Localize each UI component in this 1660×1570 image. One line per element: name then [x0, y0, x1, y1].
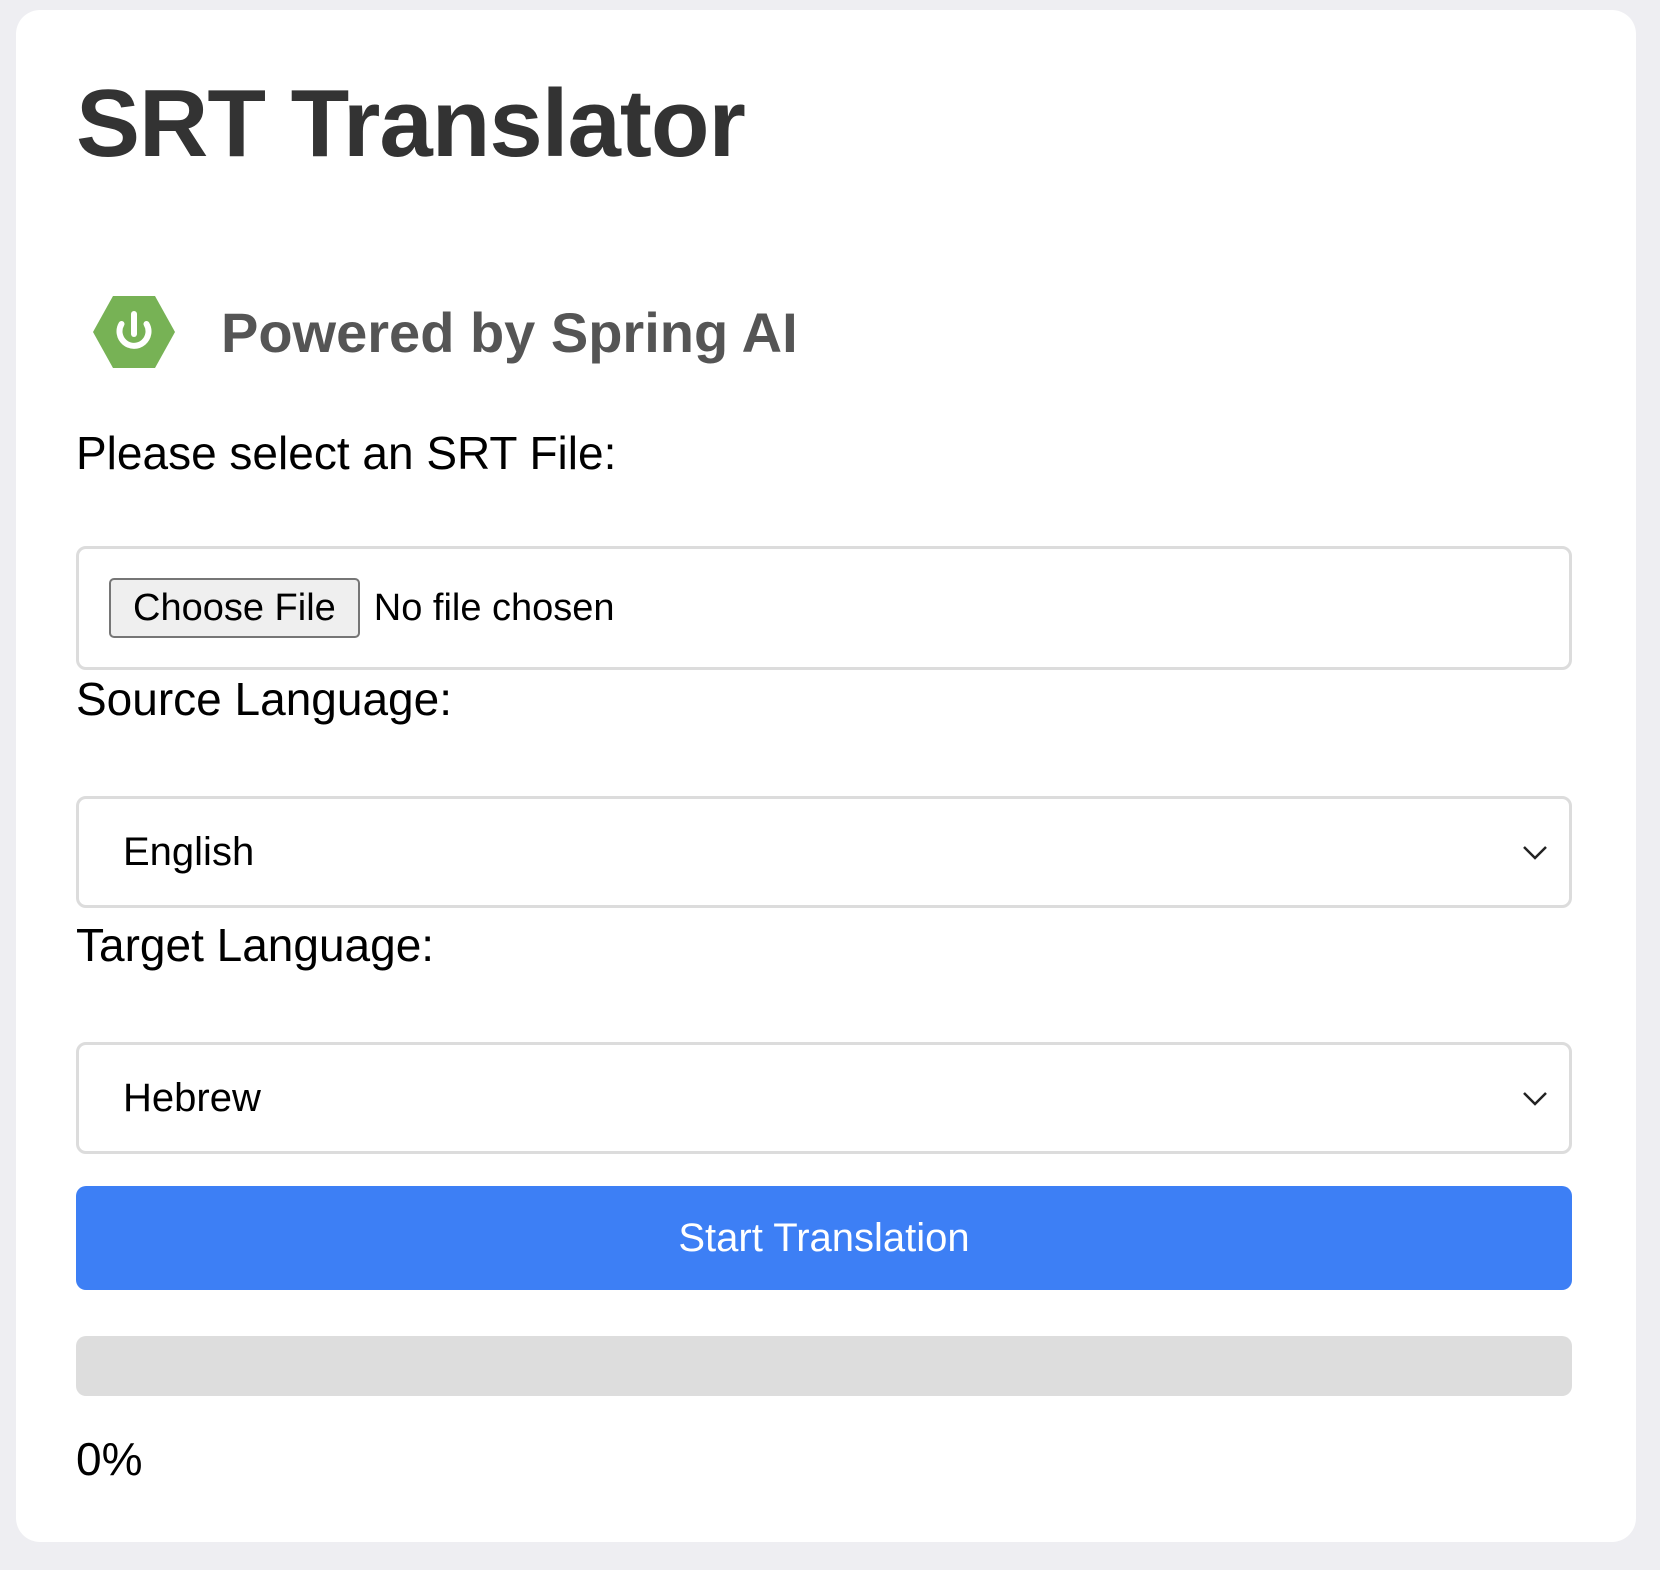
source-language-value: English [123, 829, 255, 874]
source-language-select[interactable]: English [76, 796, 1572, 908]
target-language-value: Hebrew [123, 1075, 261, 1120]
progress-percent-text: 0% [76, 1433, 143, 1485]
start-translation-button[interactable]: Start Translation [76, 1186, 1572, 1290]
chevron-down-icon [1521, 840, 1549, 864]
file-input-label: Please select an SRT File: [76, 427, 617, 479]
target-language-label: Target Language: [76, 919, 435, 971]
choose-file-button[interactable]: Choose File [109, 578, 360, 638]
translator-card: SRT Translator Powered by Spring AI Plea… [16, 10, 1636, 1542]
progress-bar [76, 1336, 1572, 1396]
target-language-select[interactable]: Hebrew [76, 1042, 1572, 1154]
source-language-label: Source Language: [76, 673, 452, 725]
page-title: SRT Translator [76, 70, 746, 177]
powered-by-banner: Powered by Spring AI [93, 292, 798, 372]
powered-by-text: Powered by Spring AI [221, 300, 798, 364]
spring-power-icon [93, 294, 175, 370]
chevron-down-icon [1521, 1086, 1549, 1110]
file-input[interactable]: Choose File No file chosen [76, 546, 1572, 670]
file-status-text: No file chosen [373, 586, 615, 629]
